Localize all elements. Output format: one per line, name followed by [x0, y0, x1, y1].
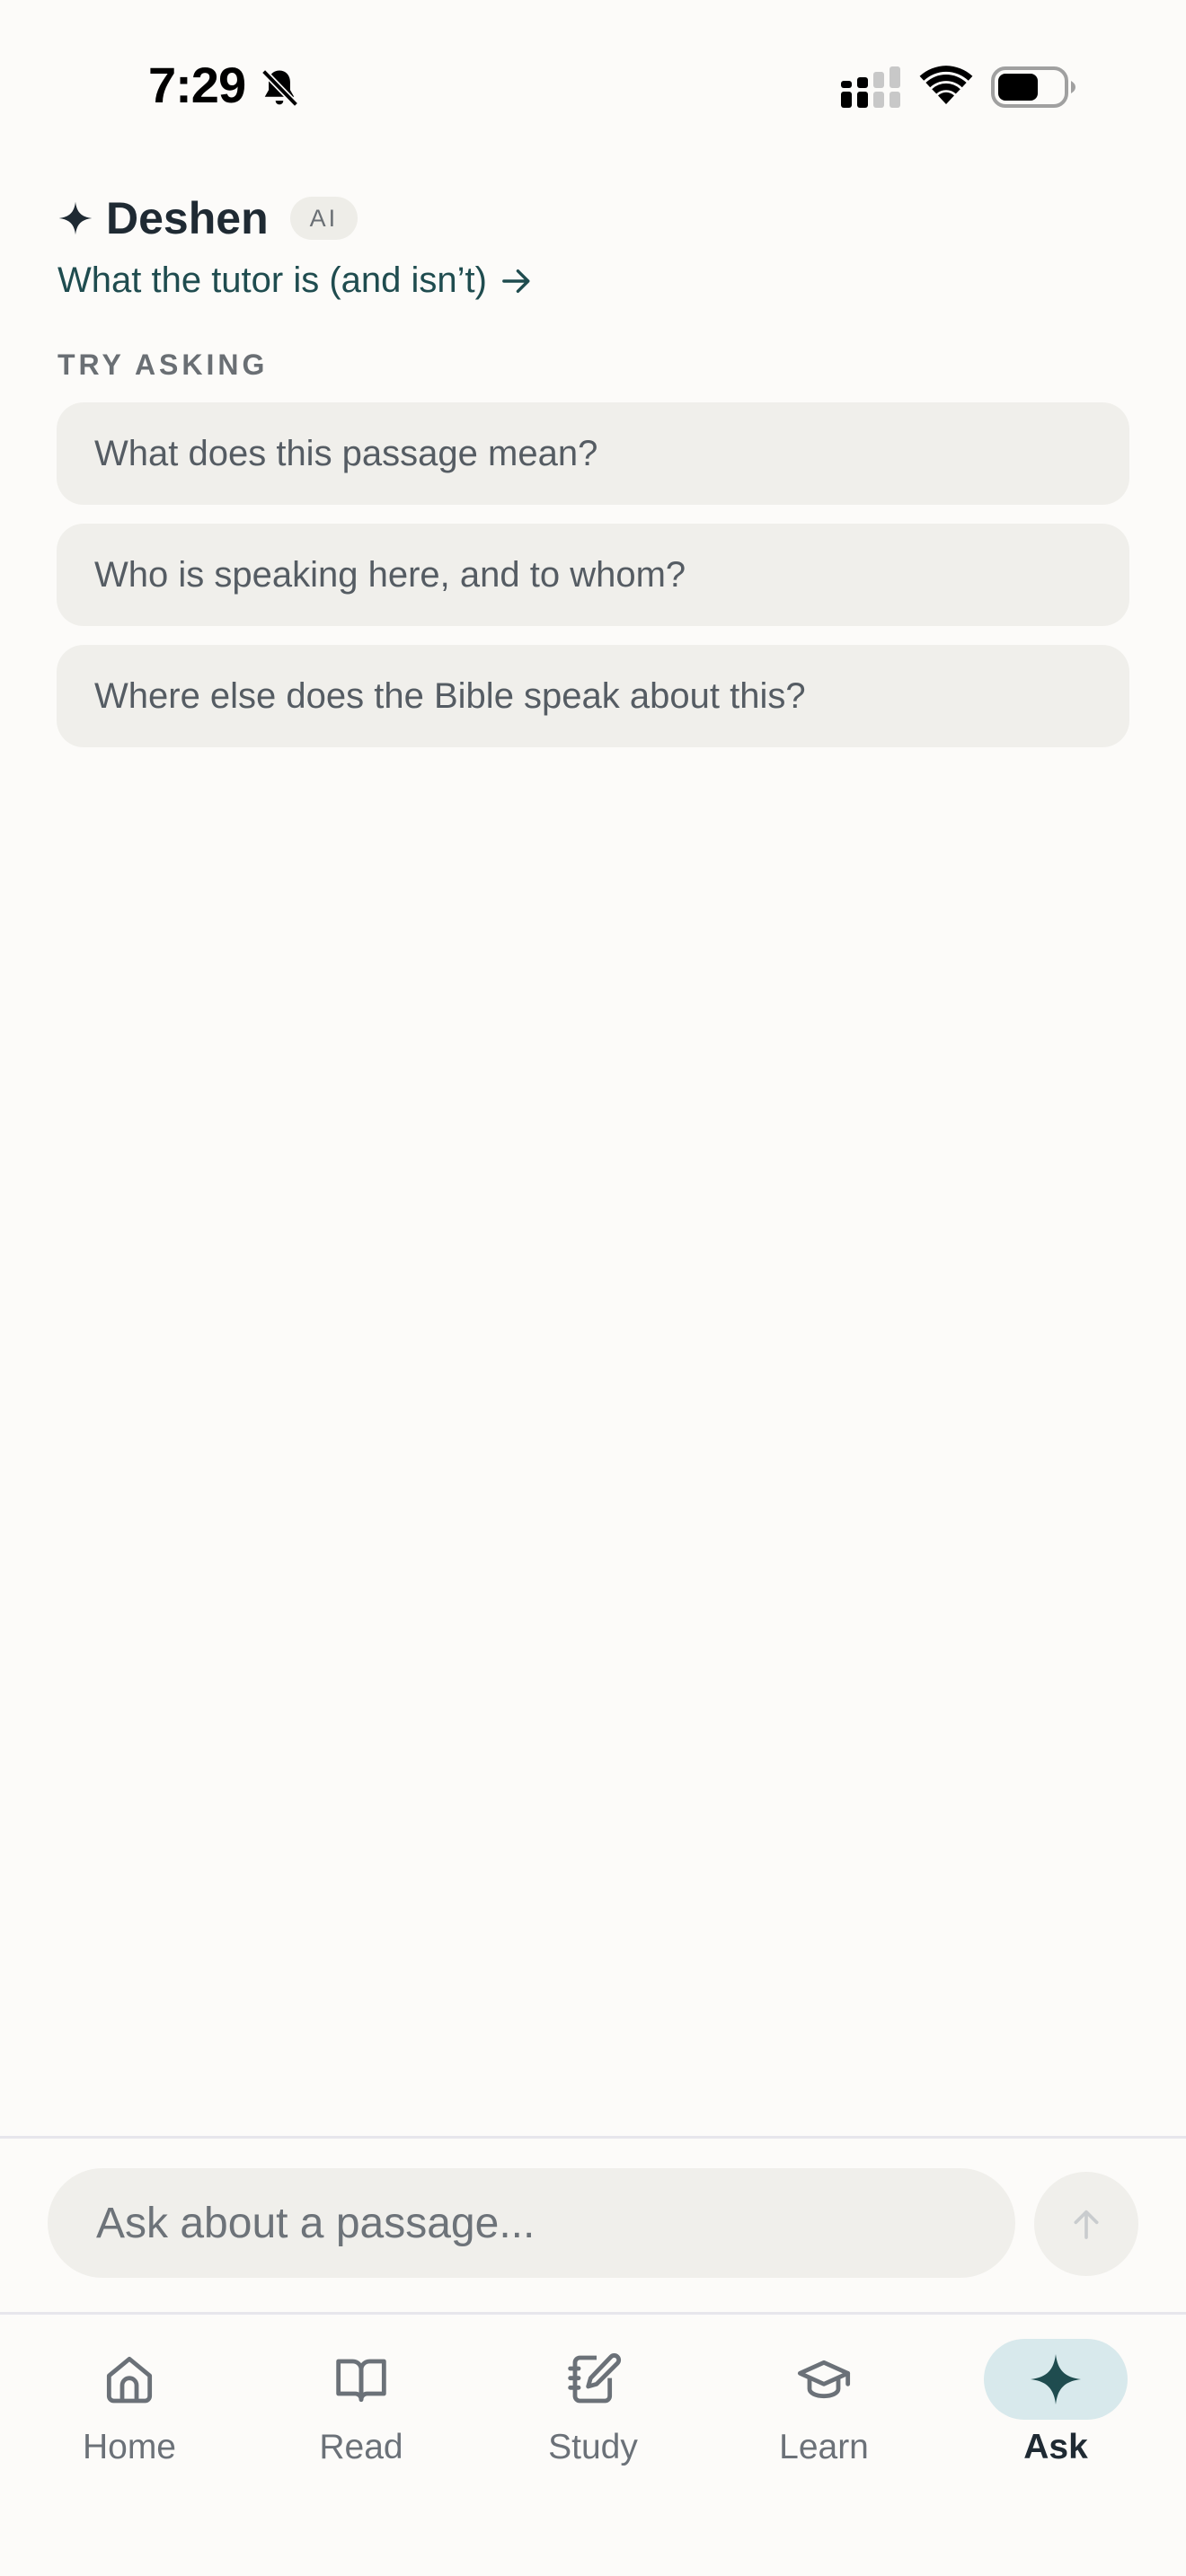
tab-learn[interactable]: Learn	[734, 2315, 914, 2494]
tab-study[interactable]: Study	[503, 2315, 683, 2494]
tab-home[interactable]: Home	[40, 2315, 219, 2494]
arrow-right-icon	[502, 269, 530, 293]
title-row: Deshen AI	[58, 189, 1128, 248]
graduation-cap-icon	[797, 2360, 851, 2399]
suggestion-chip[interactable]: Where else does the Bible speak about th…	[57, 645, 1129, 747]
tab-ask[interactable]: Ask	[966, 2315, 1146, 2494]
tab-learn-label: Learn	[779, 2428, 869, 2466]
tab-ask-label: Ask	[1023, 2428, 1088, 2466]
book-open-icon	[336, 2359, 386, 2403]
tab-read-label: Read	[319, 2428, 403, 2466]
page-title: Deshen	[106, 193, 269, 243]
ai-badge: AI	[289, 197, 358, 240]
status-bar: 7:29	[0, 0, 1186, 171]
about-tutor-link-label: What the tutor is (and isn’t)	[58, 260, 487, 300]
tab-bar: Home Read Study Learn Ask	[0, 2312, 1186, 2576]
suggestion-chip[interactable]: What does this passage mean?	[57, 402, 1129, 505]
notebook-pen-icon	[568, 2353, 622, 2404]
active-tab-pill	[984, 2339, 1128, 2420]
try-asking-label: TRY ASKING	[58, 348, 269, 381]
tab-read[interactable]: Read	[271, 2315, 451, 2494]
battery-icon	[991, 66, 1075, 108]
bell-slash-icon	[261, 69, 299, 107]
ask-input[interactable]	[48, 2168, 1015, 2278]
arrow-up-icon	[1074, 2210, 1099, 2239]
tutor-header: Deshen AI What the tutor is (and isn’t)	[58, 189, 1128, 301]
wifi-icon	[919, 66, 973, 104]
about-tutor-link[interactable]: What the tutor is (and isn’t)	[58, 260, 1128, 301]
ask-screen: 7:29 Deshen AI What the tutor is (and is…	[0, 0, 1186, 2576]
home-icon	[106, 2356, 153, 2404]
send-button[interactable]	[1034, 2172, 1138, 2276]
status-time: 7:29	[148, 57, 246, 113]
tab-study-label: Study	[548, 2428, 638, 2466]
cellular-signal-icon	[841, 66, 900, 108]
suggestion-chip[interactable]: Who is speaking here, and to whom?	[57, 524, 1129, 626]
composer-bar	[0, 2136, 1186, 2312]
tab-home-label: Home	[82, 2428, 177, 2466]
sparkle-icon	[58, 201, 93, 235]
sparkle-icon	[1031, 2354, 1081, 2404]
suggestion-list: What does this passage mean? Who is spea…	[57, 402, 1129, 766]
